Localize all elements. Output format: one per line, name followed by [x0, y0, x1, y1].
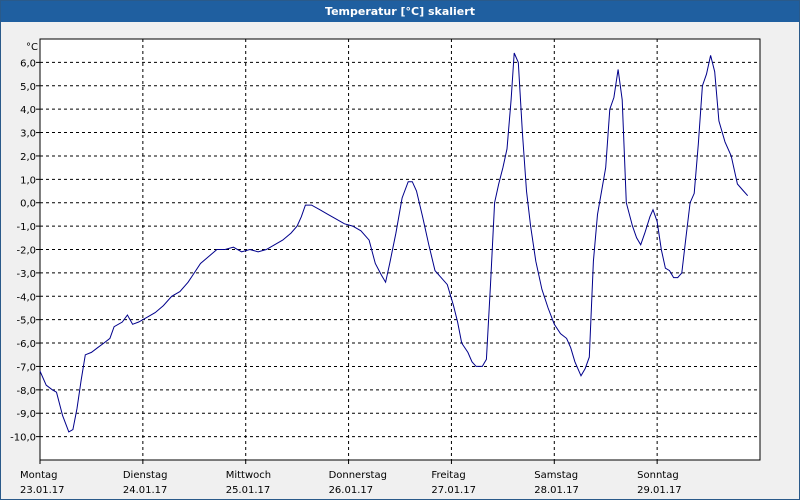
y-tick-label: 6,0 [20, 58, 36, 69]
y-tick-label: -1,0 [16, 222, 36, 233]
y-tick-label: 5,0 [20, 82, 36, 93]
y-axis-unit-label: °C [26, 42, 38, 53]
x-tick-date-label: 24.01.17 [123, 485, 168, 496]
y-tick-label: 1,0 [20, 175, 36, 186]
x-tick-date-label: 23.01.17 [20, 485, 65, 496]
y-tick-label: 3,0 [20, 129, 36, 140]
y-tick-label: 2,0 [20, 152, 36, 163]
x-tick-day-label: Sonntag [637, 470, 679, 481]
x-tick-day-label: Montag [20, 470, 57, 481]
y-tick-label: -8,0 [16, 386, 36, 397]
x-tick-day-label: Mittwoch [226, 470, 271, 481]
y-tick-label: -10,0 [10, 433, 36, 444]
x-tick-day-label: Donnerstag [329, 470, 387, 481]
x-tick-day-label: Dienstag [123, 470, 168, 481]
x-tick-date-label: 25.01.17 [226, 485, 271, 496]
y-tick-label: -7,0 [16, 362, 36, 373]
y-tick-label: -4,0 [16, 292, 36, 303]
x-tick-date-label: 29.01.17 [637, 485, 682, 496]
y-tick-label: -3,0 [16, 269, 36, 280]
x-tick-date-label: 26.01.17 [329, 485, 374, 496]
y-tick-label: 0,0 [20, 199, 36, 210]
temperature-chart: °C 6,0 5,0 4,0 3,0 2,0 1,0 0,0 -1,0 -2,0 -3,0 -4,0… [10, 38, 761, 496]
x-tick-date-label: 27.01.17 [431, 485, 476, 496]
y-tick-label: -6,0 [16, 339, 36, 350]
y-tick-label: -5,0 [16, 316, 36, 327]
x-tick-day-label: Freitag [431, 470, 465, 481]
x-tick-day-label: Samstag [534, 470, 578, 481]
y-tick-label: -2,0 [16, 246, 36, 257]
x-tick-date-label: 28.01.17 [534, 485, 579, 496]
y-tick-label: 4,0 [20, 105, 36, 116]
y-tick-label: -9,0 [16, 409, 36, 420]
